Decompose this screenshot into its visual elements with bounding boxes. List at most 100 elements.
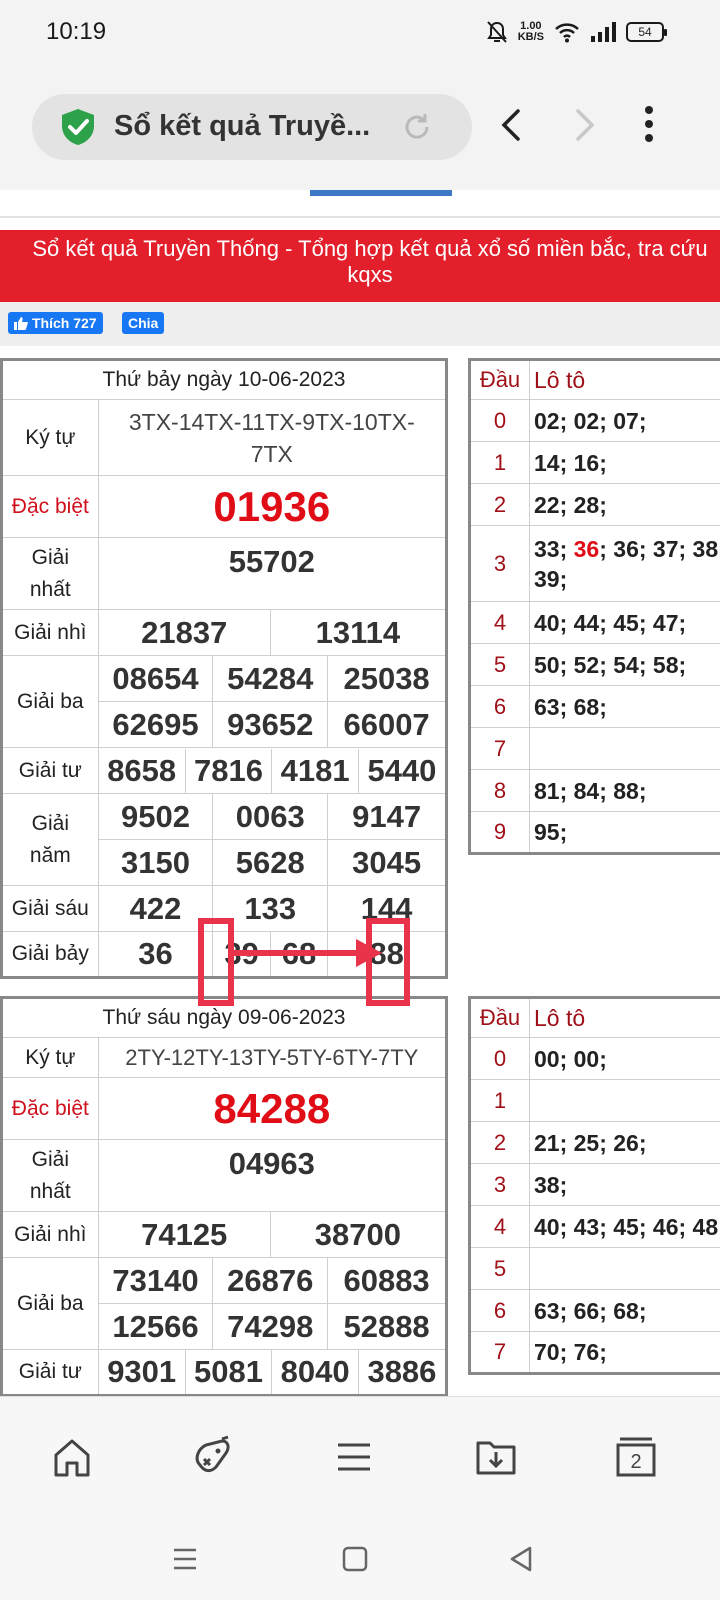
address-bar[interactable]: Sổ kết quả Truyề... xyxy=(32,94,472,160)
loto-values: 50; 52; 54; 58; xyxy=(529,643,720,686)
giai-nhi-row: Giải nhì 21837 13114 xyxy=(1,609,448,656)
ky-tu-row: Ký tự 3TX-14TX-11TX-9TX-10TX- 7TX xyxy=(1,399,448,476)
giai-nam-row: Giải năm 9502 0063 9147 xyxy=(1,793,447,886)
loto-row: 0 00; 00; xyxy=(469,1037,720,1080)
dau-header: Đầu xyxy=(469,359,530,400)
loto-values: 70; 76; xyxy=(529,1331,720,1374)
dau-digit: 9 xyxy=(469,811,530,854)
loto-row: 6 63; 66; 68; xyxy=(469,1289,720,1332)
giai-ba-label: Giải ba xyxy=(1,1257,99,1350)
ky-tu-row: Ký tự 2TY-12TY-13TY-5TY-6TY-7TY xyxy=(1,1037,448,1078)
giai-ba-number: 74298 xyxy=(212,1303,329,1350)
downloads-icon[interactable] xyxy=(474,1435,518,1479)
giai-tu-number: 7816 xyxy=(185,748,273,793)
ky-tu-label: Ký tự xyxy=(1,399,99,476)
loto-table-1: Đầu Lô tô 0 02; 02; 07; 1 14; 16; 2 22; … xyxy=(468,358,720,855)
menu-tab-indicator xyxy=(310,190,452,196)
menu-icon[interactable] xyxy=(332,1435,376,1479)
loto-values: 38; xyxy=(529,1163,720,1206)
giai-nhat-number: 04963 xyxy=(97,1139,448,1212)
giai-tu-row: Giải tư 9301 5081 8040 3886 xyxy=(1,1349,448,1396)
dac-biet-row: Đặc biệt 84288 xyxy=(1,1077,448,1140)
result-table-2: Thứ sáu ngày 09-06-2023 Ký tự 2TY-12TY-1… xyxy=(0,996,448,1396)
loto-values: 00; 00; xyxy=(529,1037,720,1080)
giai-nhat-number: 55702 xyxy=(97,537,448,610)
giai-nam-number: 9147 xyxy=(327,793,447,840)
loto-row: 5 xyxy=(469,1247,720,1290)
back-icon[interactable] xyxy=(498,108,526,142)
home-icon[interactable] xyxy=(50,1435,94,1479)
giai-ba-number: 73140 xyxy=(97,1257,214,1304)
giai-ba-number: 08654 xyxy=(97,655,214,702)
giai-sau-number: 422 xyxy=(97,885,214,932)
dau-digit: 7 xyxy=(469,727,530,770)
giai-sau-label: Giải sáu xyxy=(1,885,99,932)
forward-icon[interactable] xyxy=(570,108,598,142)
giai-tu-label: Giải tư xyxy=(1,747,99,794)
loto-values xyxy=(529,727,720,770)
browser-toolbar: Sổ kết quả Truyề... xyxy=(0,62,720,190)
giai-tu-row: Giải tư 8658 7816 4181 5440 xyxy=(1,747,448,794)
facebook-like-button[interactable]: Thích 727 xyxy=(8,312,103,334)
giai-ba-number: 54284 xyxy=(212,655,329,702)
loto-row: 8 81; 84; 88; xyxy=(469,769,720,812)
loto-header-row: Đầu Lô tô xyxy=(469,997,720,1038)
game-icon[interactable] xyxy=(190,1435,234,1479)
loto-row: 9 95; xyxy=(469,811,720,854)
loto-header-row: Đầu Lô tô xyxy=(469,359,720,400)
recents-menu-icon[interactable] xyxy=(170,1544,200,1574)
giai-nam-number: 9502 xyxy=(97,793,214,840)
loto-values: 40; 43; 45; 46; 48; xyxy=(529,1205,720,1248)
loto-values xyxy=(529,1079,720,1122)
draw-date: Thứ bảy ngày 10-06-2023 xyxy=(1,359,447,400)
reload-icon[interactable] xyxy=(400,110,434,144)
giai-ba-number: 62695 xyxy=(97,701,214,748)
dac-biet-label: Đặc biệt xyxy=(1,1077,99,1140)
facebook-share-button[interactable]: Chia xyxy=(122,312,165,334)
giai-nhi-number: 13114 xyxy=(269,609,448,656)
loto-row: 3 38; xyxy=(469,1163,720,1206)
loto-values: 33; 36; 36; 37; 38; 39; xyxy=(529,525,720,602)
giai-nhi-number: 38700 xyxy=(269,1211,448,1258)
loto-values: 81; 84; 88; xyxy=(529,769,720,812)
giai-nam-number: 3150 xyxy=(97,839,214,886)
giai-tu-number: 9301 xyxy=(98,1350,186,1394)
loto-row: 2 21; 25; 26; xyxy=(469,1121,720,1164)
loto-row: 4 40; 43; 45; 46; 48; xyxy=(469,1205,720,1248)
giai-ba-number: 12566 xyxy=(97,1303,214,1350)
tabs-icon[interactable]: 2 xyxy=(614,1435,658,1479)
loto-values: 14; 16; xyxy=(529,441,720,484)
dau-digit: 4 xyxy=(469,601,530,644)
giai-nhi-number: 74125 xyxy=(97,1211,271,1258)
loto-row: 7 xyxy=(469,727,720,770)
dac-biet-label: Đặc biệt xyxy=(1,475,99,538)
loto-highlight: 36 xyxy=(573,535,600,562)
loto-row: 7 70; 76; xyxy=(469,1331,720,1374)
annotation-arrow-shaft xyxy=(234,950,362,956)
loto-row: 2 22; 28; xyxy=(469,483,720,526)
annotation-arrow-head xyxy=(356,939,382,967)
loto-values: 02; 02; 07; xyxy=(529,399,720,442)
browser-bottom-bar: 2 xyxy=(0,1396,720,1518)
more-options-icon[interactable] xyxy=(640,104,658,144)
dau-digit: 5 xyxy=(469,643,530,686)
giai-ba-row: Giải ba 08654 54284 25038 xyxy=(1,655,447,748)
dau-digit: 2 xyxy=(469,483,530,526)
giai-ba-label: Giải ba xyxy=(1,655,99,748)
back-triangle-icon[interactable] xyxy=(506,1544,536,1574)
dau-digit: 3 xyxy=(469,1163,530,1206)
home-square-icon[interactable] xyxy=(340,1544,370,1574)
dau-digit: 2 xyxy=(469,1121,530,1164)
loto-row: 3 33; 36; 36; 37; 38; 39; xyxy=(469,525,720,602)
loto-values: 21; 25; 26; xyxy=(529,1121,720,1164)
bell-muted-icon xyxy=(486,21,507,43)
loto-values: 63; 68; xyxy=(529,685,720,728)
loto-row: 6 63; 68; xyxy=(469,685,720,728)
giai-nhi-number: 21837 xyxy=(97,609,271,656)
giai-ba-number: 26876 xyxy=(212,1257,329,1304)
network-speed: 1.00 KB/S xyxy=(517,20,544,43)
signal-icon xyxy=(591,22,616,42)
dau-digit: 1 xyxy=(469,1079,530,1122)
system-navigation-bar xyxy=(0,1518,720,1600)
giai-tu-number: 5081 xyxy=(185,1350,273,1394)
